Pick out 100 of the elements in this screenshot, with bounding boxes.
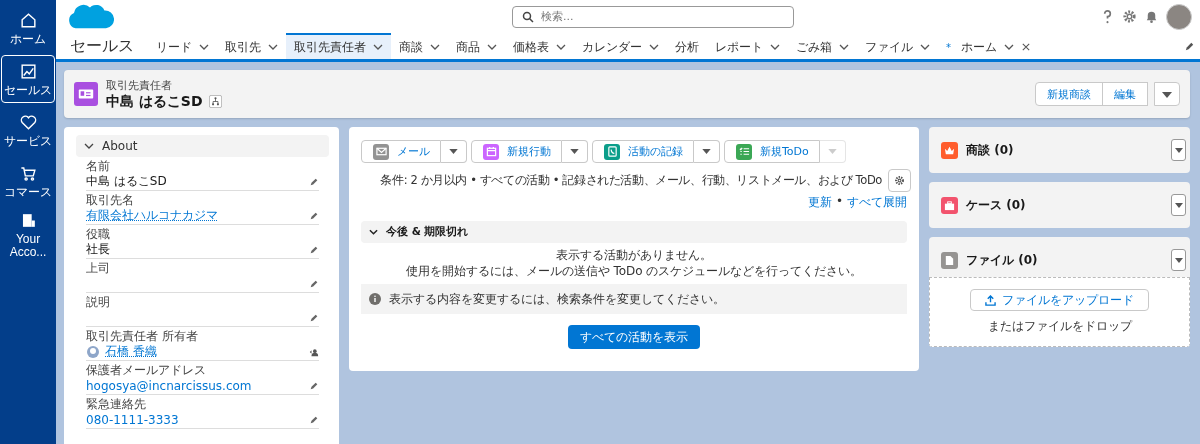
info-text: 表示する内容を変更するには、検索条件を変更してください。: [389, 290, 725, 308]
section-header[interactable]: About: [76, 135, 329, 157]
bell-icon[interactable]: [1144, 9, 1159, 24]
pencil-icon[interactable]: [309, 278, 319, 289]
filter-settings-button[interactable]: [888, 169, 911, 192]
pencil-icon[interactable]: [309, 176, 319, 187]
chevron-down-icon[interactable]: [770, 43, 780, 51]
nav-tab[interactable]: レポート: [707, 33, 788, 59]
info-icon: [369, 293, 381, 305]
close-icon[interactable]: [1021, 43, 1031, 51]
dropdown-button[interactable]: [441, 140, 467, 163]
upload-icon: [985, 294, 996, 306]
caret-icon: [1174, 257, 1183, 263]
field-label: 説明: [86, 295, 111, 309]
activity-button[interactable]: 新規行動: [471, 140, 562, 163]
sidebar-item[interactable]: サービス: [1, 106, 55, 154]
chevron-down-icon[interactable]: [649, 43, 659, 51]
caret-icon: [1174, 202, 1183, 208]
dropdown-button[interactable]: [1171, 139, 1186, 161]
nav-tab[interactable]: 価格表: [505, 33, 574, 59]
field-label: 名前: [86, 159, 111, 173]
caret-icon: [570, 149, 579, 154]
activity-link[interactable]: すべて展開: [847, 194, 907, 211]
chevron-down-icon[interactable]: [430, 43, 440, 51]
nav-tab[interactable]: ごみ箱: [788, 33, 857, 59]
section-header[interactable]: 今後 & 期限切れ: [361, 221, 907, 243]
nav-tab[interactable]: カレンダー: [574, 33, 667, 59]
chevron-down-icon[interactable]: [556, 43, 566, 51]
nav-tab[interactable]: 分析: [667, 33, 707, 59]
chevron-down-icon[interactable]: [839, 43, 849, 51]
related-list-title: ケース (0): [966, 196, 1026, 214]
app-name: セールス: [70, 34, 134, 57]
nav-tab[interactable]: 取引先責任者: [286, 33, 391, 59]
nav-tab[interactable]: * ホーム: [938, 33, 1039, 59]
caret-icon: [702, 149, 711, 154]
owner-link[interactable]: 石橋 香織: [105, 343, 157, 360]
upload-button[interactable]: ファイルをアップロード: [970, 289, 1149, 311]
action-button[interactable]: 編集: [1102, 82, 1148, 106]
pencil-icon[interactable]: [309, 414, 319, 425]
hierarchy-icon[interactable]: [208, 95, 222, 108]
record-name: 中島 はるこSD: [106, 92, 203, 111]
show-all-button[interactable]: すべての活動を表示: [568, 325, 700, 349]
sidebar-item[interactable]: セールス: [1, 55, 55, 103]
search-field[interactable]: 検索...: [512, 5, 794, 28]
dropdown-button[interactable]: [1171, 194, 1186, 216]
separator-dot: •: [835, 194, 843, 210]
caret-icon: [827, 149, 837, 154]
action-button[interactable]: 新規商談: [1035, 82, 1103, 106]
chevron-down-icon: [84, 143, 94, 149]
nav-tab[interactable]: 商談: [391, 33, 448, 59]
nav-tab[interactable]: リード: [148, 33, 217, 59]
settings-icon[interactable]: [1122, 9, 1137, 24]
pencil-icon[interactable]: [1184, 40, 1195, 52]
chevron-down-icon[interactable]: [373, 43, 383, 51]
pencil-icon[interactable]: [309, 244, 319, 255]
pencil-icon[interactable]: [309, 380, 319, 391]
caret-icon: [1162, 91, 1172, 98]
change-owner-icon[interactable]: [309, 346, 319, 357]
sidebar-item[interactable]: Your Acco...: [1, 208, 55, 262]
activity-link[interactable]: 更新: [807, 194, 832, 211]
empty-message: 使用を開始するには、メールの送信や ToDo のスケジュールなどを行ってください。: [405, 263, 863, 279]
chevron-down-icon[interactable]: [199, 43, 209, 51]
nav-tab[interactable]: 商品: [448, 33, 505, 59]
avatar-icon[interactable]: [1166, 3, 1192, 30]
sidebar-item[interactable]: コマース: [1, 157, 55, 205]
more-actions-button[interactable]: [1154, 82, 1180, 106]
related-list-title: 商談 (0): [966, 141, 1014, 159]
field-label: 取引先責任者 所有者: [86, 329, 199, 343]
pencil-icon[interactable]: [309, 312, 319, 323]
field-link[interactable]: 有限会社ハルコナカジマ: [86, 207, 218, 224]
drop-zone[interactable]: ファイルをアップロード またはファイルをドロップ: [929, 277, 1190, 347]
sidebar-item[interactable]: ホーム: [1, 4, 55, 52]
dropdown-button[interactable]: [562, 140, 588, 163]
filter-text: 条件: 2 か月以内 • すべての活動 • 記録された活動、メール、行動、リストメール、および ToDo: [380, 173, 882, 188]
user-icon: [86, 344, 100, 359]
chevron-down-icon[interactable]: [920, 43, 930, 51]
field-label: 役職: [86, 227, 111, 241]
chevron-down-icon[interactable]: [487, 43, 497, 51]
drop-hint: またはファイルをドロップ: [987, 318, 1132, 335]
field-link[interactable]: hogosya@incnarcissus.com: [86, 378, 304, 393]
dropdown-button[interactable]: [694, 140, 720, 163]
search-icon: [522, 10, 534, 23]
field-label: 緊急連絡先: [86, 397, 147, 411]
nav-tab[interactable]: ファイル: [857, 33, 938, 59]
chevron-down-icon[interactable]: [268, 43, 278, 51]
dropdown-button[interactable]: [1171, 249, 1186, 271]
activity-button[interactable]: 新規ToDo: [724, 140, 820, 163]
chevron-down-icon: [369, 229, 378, 235]
activity-button[interactable]: 活動の記録: [592, 140, 694, 163]
field-label: 上司: [86, 261, 111, 275]
chart-icon: [18, 61, 38, 81]
activity-button[interactable]: メール: [361, 140, 441, 163]
caret-icon: [1174, 147, 1183, 153]
field-label: 保護者メールアドレス: [86, 363, 207, 377]
nav-tab[interactable]: 取引先: [217, 33, 286, 59]
field-link[interactable]: 080-1111-3333: [86, 412, 304, 427]
record-type: 取引先責任者: [106, 77, 173, 93]
chevron-down-icon[interactable]: [1004, 43, 1014, 51]
contact-card-icon: [74, 82, 98, 106]
pencil-icon[interactable]: [309, 210, 319, 221]
